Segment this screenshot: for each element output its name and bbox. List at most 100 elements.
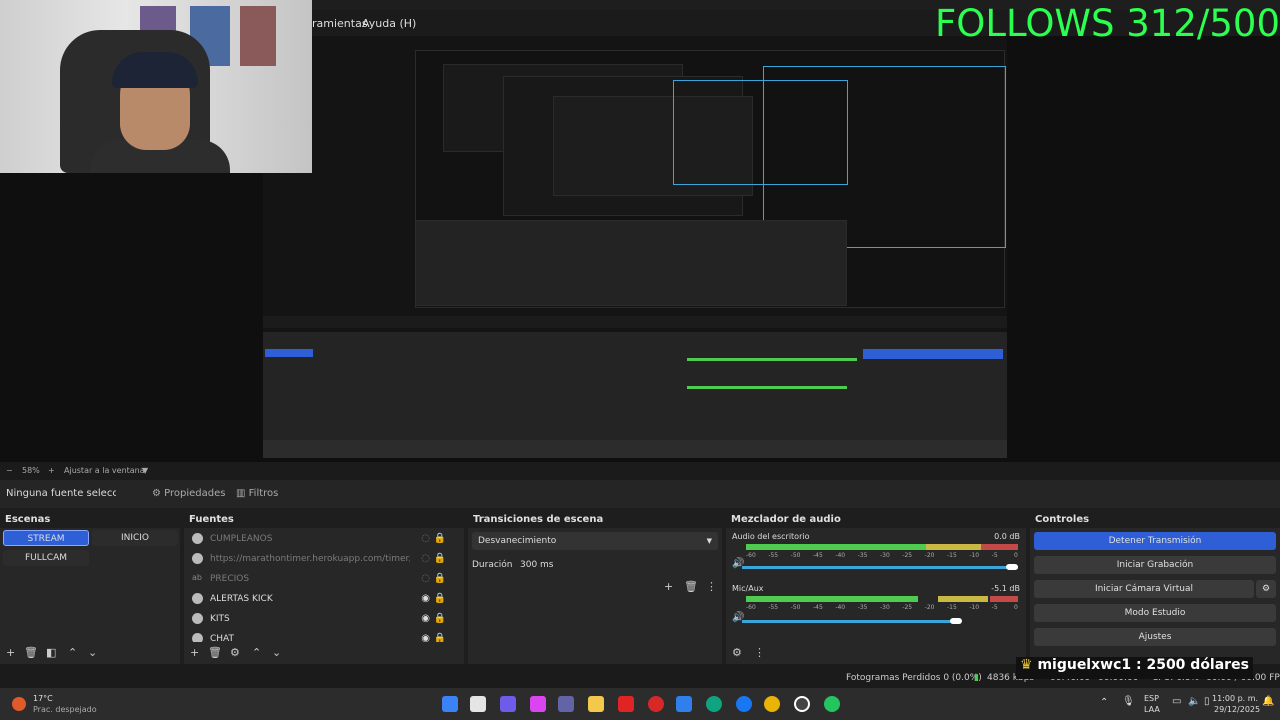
add-transition-icon[interactable]: +	[664, 580, 673, 593]
source-row[interactable]: ab PRECIOS ◌ 🔒	[188, 570, 456, 588]
teams-icon[interactable]	[558, 696, 574, 712]
scene-inicio[interactable]: INICIO	[92, 530, 178, 546]
zoom-in-button[interactable]: +	[48, 466, 55, 475]
filters-button[interactable]: ▥ Filtros	[236, 488, 278, 504]
volume-slider[interactable]	[742, 566, 1018, 569]
move-up-icon[interactable]: ⌃	[252, 646, 261, 659]
start-virtual-cam-button[interactable]: Iniciar Cámara Virtual	[1034, 580, 1254, 598]
start-recording-button[interactable]: Iniciar Grabación	[1034, 556, 1276, 574]
channel-db: -5.1 dB	[991, 584, 1020, 593]
clock-date[interactable]: 29/12/2025	[1214, 705, 1260, 714]
browser-icon	[192, 553, 203, 564]
scene-filter-icon[interactable]: ◧	[46, 646, 56, 659]
network-icon[interactable]: ▭	[1172, 696, 1181, 707]
calculator-icon[interactable]	[676, 696, 692, 712]
opera-icon[interactable]	[648, 696, 664, 712]
preview-canvas[interactable]	[263, 36, 1007, 458]
meter-tick: -25	[902, 552, 913, 559]
source-row[interactable]: ALERTAS KICK ◉ 🔒	[188, 590, 456, 608]
lang-layout[interactable]: LAA	[1144, 705, 1160, 714]
scene-fullcam[interactable]: FULLCAM	[3, 550, 89, 566]
eye-icon[interactable]: ◉	[421, 593, 430, 604]
source-row[interactable]: KITS ◉ 🔒	[188, 610, 456, 628]
zoom-out-button[interactable]: −	[6, 466, 13, 475]
copilot-icon[interactable]	[530, 696, 546, 712]
stop-stream-button[interactable]: Detener Transmisión	[1034, 532, 1276, 550]
source-row[interactable]: CHAT ◉ 🔒	[188, 630, 456, 642]
facebook-icon[interactable]	[736, 696, 752, 712]
source-label: ALERTAS KICK	[210, 594, 273, 604]
meter-tick: -30	[880, 604, 890, 611]
lock-icon[interactable]: 🔒	[434, 553, 446, 564]
channel-db: 0.0 dB	[994, 532, 1020, 541]
lang-code[interactable]: ESP	[1144, 694, 1159, 703]
settings-button[interactable]: Ajustes	[1034, 628, 1276, 646]
mic-icon[interactable]: 🎙	[1122, 696, 1135, 707]
discord-icon[interactable]	[500, 696, 516, 712]
channel-name: Mic/Aux	[732, 584, 764, 593]
obs-icon[interactable]	[794, 696, 810, 712]
lock-icon[interactable]: 🔒	[434, 633, 446, 642]
mixer-settings-icon[interactable]: ⚙	[732, 646, 742, 659]
volume-slider[interactable]	[742, 620, 958, 623]
properties-button[interactable]: ⚙ Propiedades	[152, 488, 225, 504]
fit-window-button[interactable]: Ajustar a la ventana	[64, 466, 145, 475]
chrome-icon[interactable]	[764, 696, 780, 712]
lock-icon[interactable]: 🔒	[434, 613, 446, 624]
source-row[interactable]: CUMPLEAÑOS ◌ 🔒	[188, 530, 456, 548]
task-view-icon[interactable]	[470, 696, 486, 712]
transition-select[interactable]: Desvanecimiento ▼	[472, 532, 718, 550]
move-down-icon[interactable]: ⌄	[272, 646, 281, 659]
volume-icon[interactable]: 🔈	[1188, 696, 1200, 707]
weather-temp: 17°C	[33, 694, 53, 703]
notification-icon[interactable]: 🔔	[1262, 696, 1274, 707]
chevron-up-icon[interactable]: ⌃	[1100, 697, 1108, 708]
gear-icon[interactable]: ⚙	[230, 646, 240, 659]
eye-hidden-icon[interactable]: ◌	[421, 553, 430, 564]
eye-icon[interactable]: ◉	[421, 613, 430, 624]
trash-icon[interactable]: 🗑	[24, 646, 38, 659]
menu-help[interactable]: Ayuda (H)	[362, 17, 416, 30]
folder-icon[interactable]	[588, 696, 604, 712]
trash-icon[interactable]: 🗑	[684, 580, 698, 593]
youtube-icon[interactable]	[618, 696, 634, 712]
add-source-icon[interactable]: +	[190, 646, 199, 659]
source-row[interactable]: https://marathontimer.herokuapp.com/time…	[188, 550, 456, 568]
eye-hidden-icon[interactable]: ◌	[421, 573, 430, 584]
meter-tick: -25	[902, 604, 913, 611]
volume-knob[interactable]	[950, 618, 962, 624]
add-scene-icon[interactable]: +	[6, 646, 15, 659]
follows-overlay: FOLLOWS 312/500	[935, 2, 1280, 45]
nested-meter-2	[687, 386, 847, 389]
menu-tools[interactable]: ramientas	[312, 17, 368, 30]
studio-mode-button[interactable]: Modo Estudio	[1034, 604, 1276, 622]
meter-tick: -15	[947, 604, 957, 611]
gear-icon[interactable]: ⚙	[1256, 580, 1276, 598]
weather-desc: Prac. despejado	[33, 705, 97, 714]
selection-box-2	[673, 80, 848, 185]
more-icon[interactable]: ⋮	[754, 646, 765, 659]
lock-icon[interactable]: 🔒	[434, 593, 446, 604]
battery-icon[interactable]: ▯	[1204, 696, 1210, 707]
more-icon[interactable]: ⋮	[706, 580, 717, 593]
lock-icon[interactable]: 🔒	[434, 533, 446, 544]
sources-dock: Fuentes CUMPLEAÑOS ◌ 🔒 https://marathontim…	[184, 510, 464, 664]
clock-time[interactable]: 11:00 p. m.	[1212, 694, 1258, 703]
duration-input[interactable]: 300 ms	[516, 556, 718, 574]
edge-icon[interactable]	[706, 696, 722, 712]
scene-stream[interactable]: STREAM	[3, 530, 89, 546]
nested-obs-docks	[415, 220, 847, 306]
nested-taskbar	[263, 440, 1007, 458]
move-down-icon[interactable]: ⌄	[88, 646, 97, 659]
eye-hidden-icon[interactable]: ◌	[421, 533, 430, 544]
trash-icon[interactable]: 🗑	[208, 646, 222, 659]
volume-knob[interactable]	[1006, 564, 1018, 570]
nested-meter-1	[687, 358, 857, 361]
chevron-down-icon[interactable]: ▼	[142, 466, 148, 475]
eye-icon[interactable]: ◉	[421, 633, 430, 642]
windows-start-icon[interactable]	[442, 696, 458, 712]
lock-icon[interactable]: 🔒	[434, 573, 446, 584]
scenes-dock: Escenas STREAM INICIO FULLCAM + 🗑 ◧ ⌃ ⌄	[0, 510, 180, 664]
chrome-alt-icon[interactable]	[824, 696, 840, 712]
move-up-icon[interactable]: ⌃	[68, 646, 77, 659]
